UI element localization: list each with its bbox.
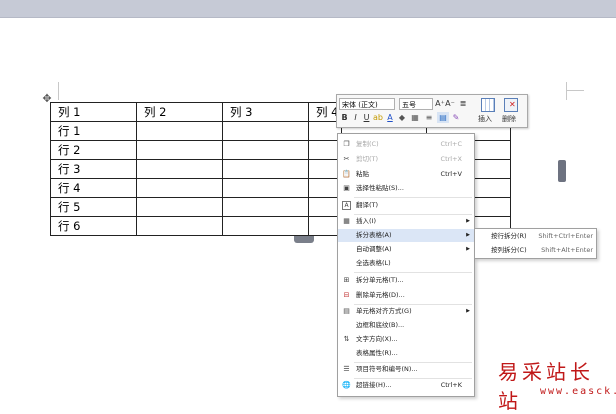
delete-cell-icon: ⊟ [343, 291, 350, 299]
submenu-arrow-icon: ▶ [466, 308, 470, 314]
font-color-icon[interactable]: A [385, 112, 395, 123]
watermark-title: 易采站长站 [498, 360, 594, 413]
highlight-icon[interactable]: ab [373, 112, 383, 123]
menu-item-autofit[interactable]: 自动调整(A) ▶ [338, 243, 474, 256]
table-cell[interactable]: 列 3 [222, 102, 309, 122]
page-corner-mark [58, 82, 59, 100]
menu-item-cut[interactable]: ✂ 剪切(T) Ctrl+X [338, 153, 474, 166]
table-cell[interactable] [222, 121, 309, 141]
table-cell[interactable]: 行 5 [50, 197, 137, 217]
italic-button[interactable]: I [351, 112, 360, 123]
cell-align-icon[interactable]: ▤ [437, 112, 449, 123]
cut-icon: ✂ [343, 155, 350, 163]
context-menu: ❐ 复制(C) Ctrl+C ✂ 剪切(T) Ctrl+X 📋 粘贴 Ctrl+… [337, 133, 475, 397]
table-cell[interactable]: 列 2 [136, 102, 223, 122]
add-row-handle[interactable] [294, 236, 314, 243]
submenu-arrow-icon: ▶ [466, 246, 470, 252]
add-column-handle[interactable] [558, 160, 566, 182]
menu-item-table-properties[interactable]: 表格属性(R)... [338, 347, 474, 360]
table-cell[interactable]: 行 4 [50, 178, 137, 198]
menu-item-bullets-numbering[interactable]: ☰ 项目符号和编号(N)... [338, 363, 474, 376]
delete-button[interactable]: 删除 [502, 114, 516, 124]
split-table-submenu: 按行拆分(R) Shift+Ctrl+Enter 按列拆分(C) Shift+A… [474, 228, 597, 259]
table-cell[interactable] [222, 140, 309, 160]
table-cell[interactable]: 列 1 [50, 102, 137, 122]
menu-item-translate[interactable]: A 翻译(T) [338, 199, 474, 212]
menu-item-split-table[interactable]: 拆分表格(A) ▶ [338, 229, 474, 242]
table-cell[interactable] [222, 197, 309, 217]
font-name-select[interactable]: 宋体 (正文) [339, 98, 395, 110]
table-cell[interactable]: 行 6 [50, 216, 137, 236]
bold-button[interactable]: B [340, 112, 349, 123]
menu-separator [354, 197, 472, 198]
menu-item-text-direction[interactable]: ⇅ 文字方向(X)... [338, 333, 474, 346]
menu-item-insert[interactable]: ▦ 插入(I) ▶ [338, 215, 474, 228]
font-size-select[interactable]: 五号 [399, 98, 433, 110]
align-cell-icon: ▤ [343, 307, 350, 315]
paste-icon: 📋 [342, 170, 351, 178]
format-painter-icon[interactable]: ✎ [451, 112, 461, 123]
table-cell[interactable]: 行 1 [50, 121, 137, 141]
hyperlink-icon: 🌐 [342, 381, 351, 389]
align-icon[interactable]: ≡ [423, 112, 435, 123]
split-cell-icon: ⊞ [343, 276, 350, 284]
translate-icon: A [342, 201, 351, 210]
grow-font-button[interactable]: A⁺ [435, 98, 445, 109]
menu-item-hyperlink[interactable]: 🌐 超链接(H)... Ctrl+K [338, 379, 474, 392]
submenu-arrow-icon: ▶ [466, 232, 470, 238]
insert-button[interactable]: 插入 [478, 114, 492, 124]
submenu-item-split-by-column[interactable]: 按列拆分(C) Shift+Alt+Enter [475, 243, 596, 257]
table-cell[interactable] [136, 140, 223, 160]
menu-item-copy[interactable]: ❐ 复制(C) Ctrl+C [338, 138, 474, 151]
bullets-icon: ☰ [343, 365, 350, 373]
menu-item-select-table[interactable]: 全选表格(L) [338, 257, 474, 270]
menu-item-borders-shading[interactable]: 边框和底纹(B)... [338, 319, 474, 332]
shading-icon[interactable]: ◆ [397, 112, 407, 123]
table-cell[interactable]: 行 3 [50, 159, 137, 179]
table-cell[interactable] [136, 178, 223, 198]
page-corner-mark [566, 82, 567, 100]
table-cell[interactable]: 行 2 [50, 140, 137, 160]
watermark-url: www.easck.com [540, 386, 616, 397]
paste-special-icon: ▣ [343, 184, 350, 192]
menu-item-split-cells[interactable]: ⊞ 拆分单元格(T)... [338, 274, 474, 287]
insert-table-icon: ▦ [343, 217, 350, 225]
text-direction-icon: ⇅ [343, 335, 350, 343]
table-cell[interactable] [136, 159, 223, 179]
page-corner-mark [566, 90, 584, 91]
table-cell[interactable] [222, 159, 309, 179]
table-cell[interactable] [222, 216, 309, 236]
border-icon[interactable]: ▦ [409, 112, 421, 123]
insert-table-icon[interactable] [481, 98, 495, 112]
window-top-bar [0, 0, 616, 18]
mini-toolbar: 宋体 (正文) 五号 A⁺ A⁻ ≣ B I U ab A ◆ ▦ ≡ ▤ ✎ … [336, 94, 528, 128]
delete-table-icon[interactable]: ✕ [504, 98, 518, 112]
table-cell[interactable] [136, 121, 223, 141]
menu-item-paste-special[interactable]: ▣ 选择性粘贴(S)... [338, 182, 474, 195]
menu-item-paste[interactable]: 📋 粘贴 Ctrl+V [338, 168, 474, 181]
menu-item-cell-alignment[interactable]: ▤ 单元格对齐方式(G) ▶ [338, 305, 474, 318]
table-cell[interactable] [136, 197, 223, 217]
shrink-font-button[interactable]: A⁻ [445, 98, 455, 109]
menu-item-delete-cells[interactable]: ⊟ 删除单元格(D)... [338, 289, 474, 302]
submenu-arrow-icon: ▶ [466, 218, 470, 224]
submenu-item-split-by-row[interactable]: 按行拆分(R) Shift+Ctrl+Enter [475, 229, 596, 243]
copy-icon: ❐ [343, 140, 350, 148]
underline-button[interactable]: U [362, 112, 371, 123]
menu-separator [354, 272, 472, 273]
table-cell[interactable] [222, 178, 309, 198]
table-cell[interactable] [136, 216, 223, 236]
line-spacing-icon[interactable]: ≣ [457, 98, 469, 109]
